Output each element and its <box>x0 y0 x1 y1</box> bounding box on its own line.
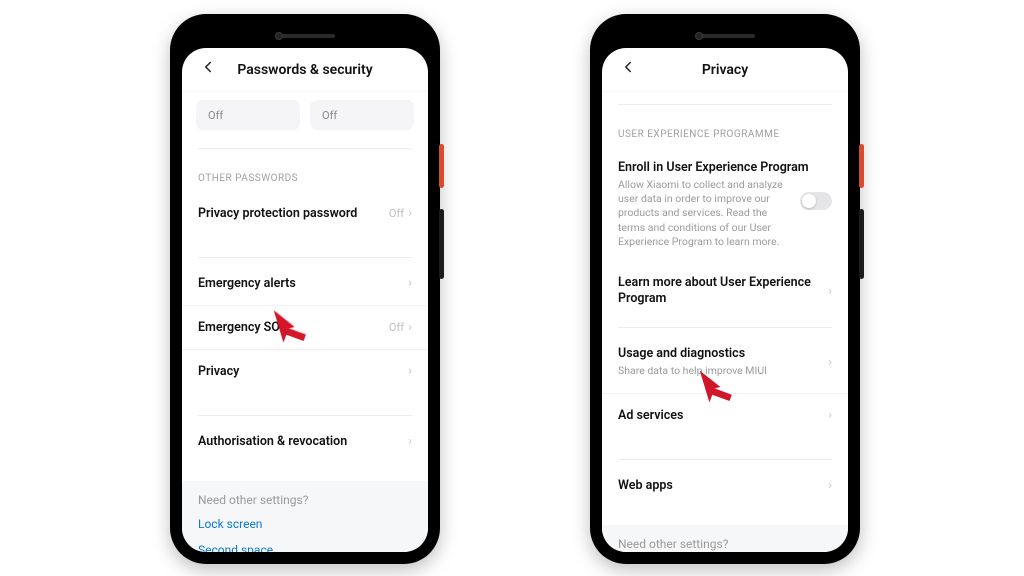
row-label: Emergency SOS <box>198 320 389 335</box>
back-button[interactable] <box>190 48 226 91</box>
header: Passwords & security <box>182 48 428 92</box>
row-emergency-sos[interactable]: Emergency SOS Off › <box>182 305 428 349</box>
row-label: Privacy protection password <box>198 206 389 221</box>
status-card[interactable]: Off <box>196 100 300 130</box>
status-card[interactable]: Off <box>310 100 414 130</box>
chevron-right-icon: › <box>408 276 412 291</box>
row-label: Usage and diagnostics <box>618 346 828 361</box>
section-header-user-experience: USER EXPERIENCE PROGRAMME <box>602 109 848 148</box>
footer-question: Need other settings? <box>618 537 832 551</box>
row-label: Enroll in User Experience Program <box>618 160 832 175</box>
row-label: Authorisation & revocation <box>198 434 408 449</box>
back-button[interactable] <box>610 48 646 91</box>
footer-question: Need other settings? <box>198 493 412 507</box>
row-label: Privacy <box>198 364 408 379</box>
row-authorisation-revocation[interactable]: Authorisation & revocation › <box>182 420 428 463</box>
page-title: Privacy <box>702 62 748 78</box>
phone-left: Passwords & security Off Off OTHER PASSW… <box>170 14 440 564</box>
row-privacy-protection-password[interactable]: Privacy protection password Off › <box>182 192 428 235</box>
row-value: Off <box>389 207 404 220</box>
chevron-right-icon: › <box>408 320 412 335</box>
arrow-left-icon <box>199 58 217 81</box>
row-emergency-alerts[interactable]: Emergency alerts › <box>182 262 428 305</box>
screen-right: Privacy USER EXPERIENCE PROGRAMME Enroll… <box>602 48 848 552</box>
chevron-right-icon: › <box>828 284 832 299</box>
chevron-right-icon: › <box>828 355 832 370</box>
row-enroll-uep[interactable]: Enroll in User Experience Program Allow … <box>602 148 848 255</box>
status-cards: Off Off <box>182 92 428 144</box>
footer-link-second-space[interactable]: Second space <box>198 543 412 552</box>
toggle-enroll-uep[interactable] <box>800 192 832 210</box>
phone-right: Privacy USER EXPERIENCE PROGRAMME Enroll… <box>590 14 860 564</box>
footer: Need other settings? Lock screen Second … <box>182 481 428 552</box>
row-privacy[interactable]: Privacy › <box>182 349 428 393</box>
row-learn-more-uep[interactable]: Learn more about User Experience Program… <box>602 261 848 322</box>
section-header-other-passwords: OTHER PASSWORDS <box>182 153 428 192</box>
row-label: Ad services <box>618 408 828 423</box>
screen-left: Passwords & security Off Off OTHER PASSW… <box>182 48 428 552</box>
row-description: Allow Xiaomi to collect and analyze user… <box>618 178 832 249</box>
page-title: Passwords & security <box>237 62 372 78</box>
header: Privacy <box>602 48 848 92</box>
footer-link-lock-screen[interactable]: Lock screen <box>198 517 412 531</box>
row-label: Web apps <box>618 478 828 493</box>
row-web-apps[interactable]: Web apps › <box>602 464 848 507</box>
row-value: Off <box>389 321 404 334</box>
row-subtitle: Share data to help improve MIUI <box>618 364 828 378</box>
chevron-right-icon: › <box>828 408 832 423</box>
chevron-right-icon: › <box>828 478 832 493</box>
chevron-right-icon: › <box>408 434 412 449</box>
arrow-left-icon <box>619 58 637 81</box>
chevron-right-icon: › <box>408 364 412 379</box>
chevron-right-icon: › <box>408 206 412 221</box>
row-usage-diagnostics[interactable]: Usage and diagnostics Share data to help… <box>602 332 848 392</box>
row-ad-services[interactable]: Ad services › <box>602 393 848 437</box>
row-label: Learn more about User Experience Program <box>618 275 828 308</box>
row-label: Emergency alerts <box>198 276 408 291</box>
footer: Need other settings? Find device <box>602 525 848 552</box>
